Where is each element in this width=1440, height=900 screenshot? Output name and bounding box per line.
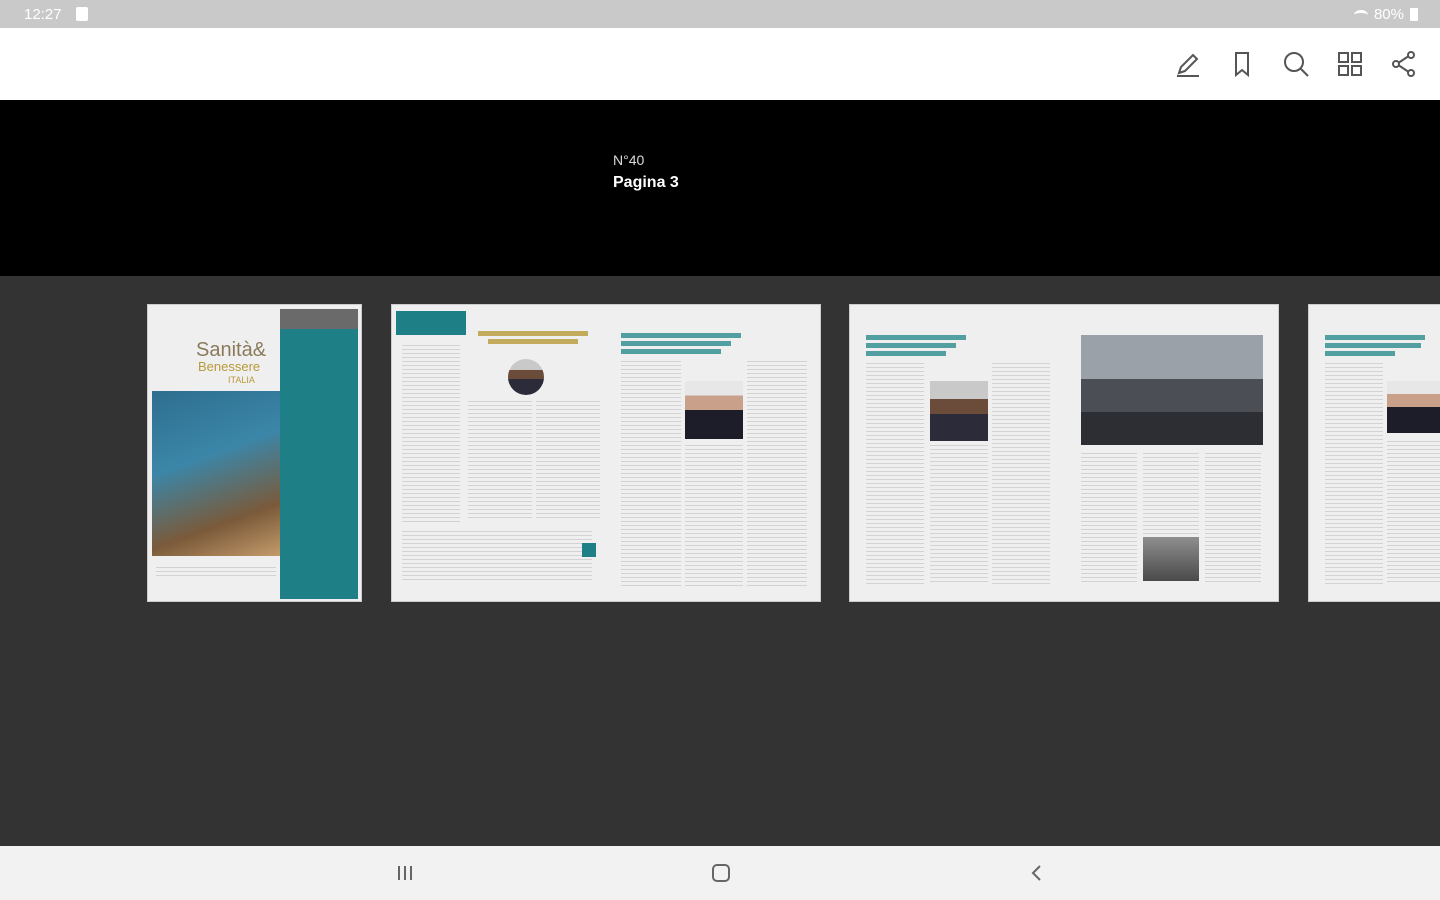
page-5: [1065, 305, 1278, 601]
page-label: Pagina 3: [613, 174, 679, 191]
page-3: [607, 305, 820, 601]
recent-apps-button[interactable]: [390, 860, 420, 886]
cover-brand-country: ITALIA: [228, 375, 255, 385]
bookmark-icon[interactable]: [1224, 46, 1260, 82]
status-bar: 12:27 80%: [0, 0, 1440, 28]
system-nav-bar: [0, 846, 1440, 900]
thumbnail-cover[interactable]: Sanità& Benessere ITALIA: [147, 304, 362, 602]
search-icon[interactable]: [1278, 46, 1314, 82]
pencil-icon[interactable]: [1170, 46, 1206, 82]
thumbnail-spread-2-3[interactable]: [391, 304, 821, 602]
thumbnail-spread-4-5[interactable]: [849, 304, 1279, 602]
reader-toolbar: [0, 28, 1440, 100]
thumbnail-spread-6[interactable]: [1308, 304, 1440, 602]
battery-icon: [1410, 8, 1418, 21]
home-button[interactable]: [706, 860, 736, 886]
page-4: [850, 305, 1065, 601]
back-button[interactable]: [1022, 860, 1052, 886]
cover-sidebar-header: [280, 309, 358, 329]
wifi-icon: [1353, 9, 1368, 20]
share-icon[interactable]: [1386, 46, 1422, 82]
page-2: [392, 305, 607, 601]
grid-icon[interactable]: [1332, 46, 1368, 82]
status-time: 12:27: [24, 6, 62, 23]
page-info-header: N°40 Pagina 3: [0, 100, 1440, 286]
cover-sidebar: [280, 309, 358, 599]
thumbnail-strip[interactable]: Sanità& Benessere ITALIA: [0, 276, 1440, 846]
cover-brand-sub: Benessere: [198, 359, 261, 374]
issue-number: N°40: [613, 152, 645, 168]
battery-percent: 80%: [1373, 6, 1404, 23]
notification-icon: [76, 7, 88, 21]
page-6: [1309, 305, 1440, 601]
cover-artwork: [152, 391, 280, 556]
